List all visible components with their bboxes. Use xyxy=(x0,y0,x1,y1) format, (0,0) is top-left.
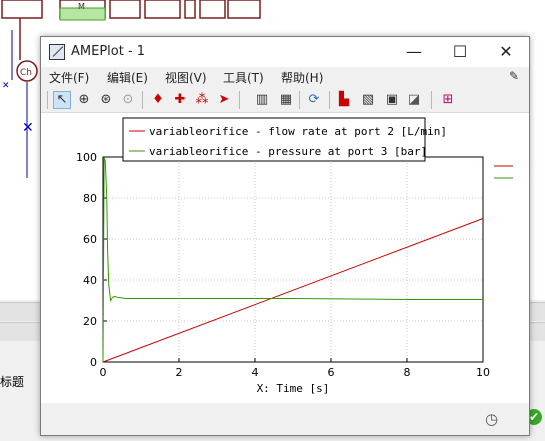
menu-bar: 文件(F) 编辑(E) 视图(V) 工具(T) 帮助(H) ✎ xyxy=(41,67,529,87)
menu-view[interactable]: 视图(V) xyxy=(165,69,207,86)
x-tick-label: 2 xyxy=(176,366,183,379)
x-tick-label: 8 xyxy=(404,366,411,379)
series-line-0 xyxy=(102,218,484,363)
crosshair-icon[interactable]: ✚ xyxy=(171,91,189,109)
window-title: AMEPlot - 1 xyxy=(71,44,146,59)
arrow-marker-icon[interactable]: ➤ xyxy=(215,91,233,109)
multi-marker-icon[interactable]: ⁂ xyxy=(193,91,211,109)
menu-file[interactable]: 文件(F) xyxy=(49,69,89,86)
image-icon[interactable]: ▧ xyxy=(359,91,377,109)
refresh-icon[interactable]: ⟳ xyxy=(305,91,323,109)
zoom-in-icon[interactable]: ⊕ xyxy=(75,91,93,109)
background-title-text: 标题 xyxy=(0,375,25,389)
pointer-icon[interactable]: ↖ xyxy=(53,91,71,109)
toolbar: ↖ ⊕ ⊛ ⊙ ♦ ✚ ⁂ ➤ ▥ ▦ ⟳ ▙ ▧ ▣ ◪ ⊞ xyxy=(41,88,529,113)
minimize-button[interactable]: — xyxy=(391,37,437,67)
svg-text:Ch: Ch xyxy=(20,68,32,78)
svg-text:M: M xyxy=(78,2,85,11)
svg-text:✕: ✕ xyxy=(22,120,34,136)
title-bar[interactable]: AMEPlot - 1 — ☐ ✕ xyxy=(41,37,529,67)
palette-icon[interactable]: ◪ xyxy=(405,91,423,109)
legend-entry-1: variableorifice - pressure at port 3 [ba… xyxy=(149,145,427,158)
close-button[interactable]: ✕ xyxy=(483,37,529,67)
export-icon[interactable]: ▣ xyxy=(383,91,401,109)
pin-icon[interactable]: ✎ xyxy=(509,69,519,83)
y-tick-label: 20 xyxy=(83,315,97,328)
toolbar-separator xyxy=(299,91,300,109)
notebook-icon[interactable]: ▥ xyxy=(253,91,271,109)
ameplot-window: AMEPlot - 1 — ☐ ✕ 文件(F) 编辑(E) 视图(V) 工具(T… xyxy=(40,36,530,436)
toolbar-separator xyxy=(329,91,330,109)
toolbar-separator xyxy=(431,91,432,109)
marker-icon[interactable]: ♦ xyxy=(149,91,167,109)
y-tick-label: 80 xyxy=(83,192,97,205)
zoom-fit-icon[interactable]: ⊛ xyxy=(97,91,115,109)
clock-icon: ◷ xyxy=(485,410,499,428)
y-tick-label: 100 xyxy=(76,151,97,164)
toolbar-separator xyxy=(47,91,48,109)
toolbar-separator xyxy=(239,91,240,109)
x-tick-label: 0 xyxy=(100,366,107,379)
series-line-1 xyxy=(102,156,483,363)
grid-icon[interactable]: ▦ xyxy=(277,91,295,109)
y-tick-label: 40 xyxy=(83,274,97,287)
svg-text:✕: ✕ xyxy=(2,81,10,91)
x-axis-label: X: Time [s] xyxy=(257,382,330,395)
legend-entry-0: variableorifice - flow rate at port 2 [L… xyxy=(149,125,447,138)
ameplot-app-icon xyxy=(49,44,65,60)
plot-frame xyxy=(102,156,484,363)
menu-tools[interactable]: 工具(T) xyxy=(223,69,264,86)
x-tick-label: 6 xyxy=(328,366,335,379)
plot-area[interactable]: 0 2 4 6 8 10 0 20 40 60 80 100 X: Time [s] variableor… xyxy=(41,113,529,403)
maximize-button[interactable]: ☐ xyxy=(437,37,483,67)
y-tick-label: 60 xyxy=(83,233,97,246)
zoom-icon[interactable]: ⊙ xyxy=(119,91,137,109)
toolbar-separator xyxy=(142,91,143,109)
status-bar: ◷ xyxy=(41,405,529,435)
menu-edit[interactable]: 编辑(E) xyxy=(107,69,148,86)
menu-help[interactable]: 帮助(H) xyxy=(281,69,323,86)
x-tick-label: 10 xyxy=(476,366,490,379)
chart-icon[interactable]: ▙ xyxy=(335,91,353,109)
y-tick-label: 0 xyxy=(90,356,97,369)
x-tick-label: 4 xyxy=(252,366,259,379)
line-chart[interactable]: 0 2 4 6 8 10020406080100X: Time [s]variableor… xyxy=(41,113,529,403)
add-plot-icon[interactable]: ⊞ xyxy=(439,91,457,109)
